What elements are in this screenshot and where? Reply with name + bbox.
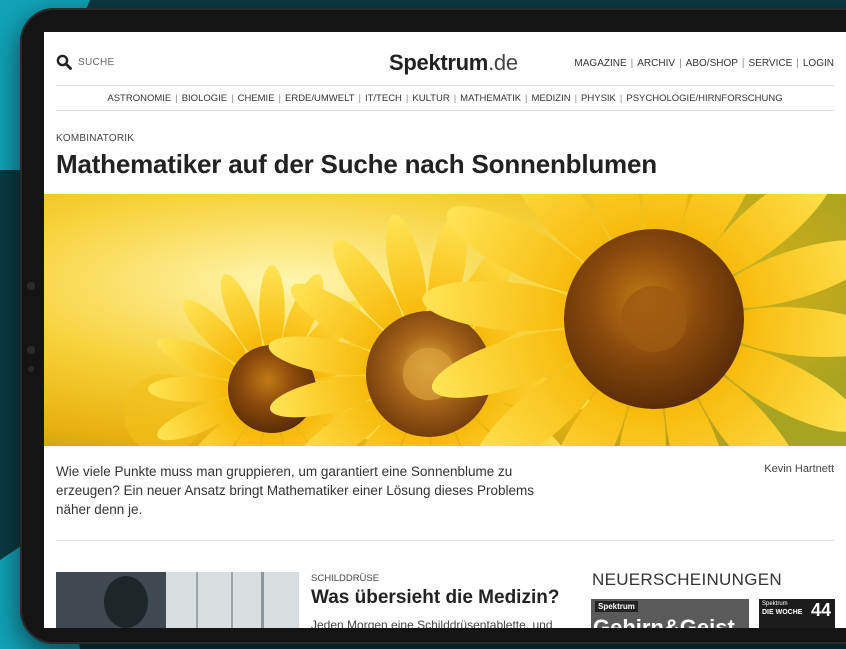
nav-separator: | <box>741 58 745 69</box>
category-separator: | <box>453 92 457 104</box>
card-image[interactable] <box>56 572 299 628</box>
magazine-subtitle: DIE WOCHE <box>762 609 803 616</box>
tablet-button <box>28 366 34 372</box>
magazine-title: Gehirn&Geist <box>593 615 735 628</box>
category-separator: | <box>574 92 578 104</box>
tablet-button <box>27 346 35 354</box>
category-separator: | <box>358 92 361 104</box>
category-separator: | <box>619 92 623 104</box>
category-link[interactable]: PHYSIK <box>581 93 616 104</box>
hero-image[interactable] <box>44 194 846 446</box>
article-title[interactable]: Mathematiker auf der Suche nach Sonnenbl… <box>56 149 657 180</box>
article-teaser: Wie viele Punkte muss man gruppieren, um… <box>56 464 535 517</box>
search-label: SUCHE <box>78 56 115 68</box>
person-photo <box>56 572 299 628</box>
magazine-cover-die-woche[interactable]: Spektrum DIE WOCHE 44 <box>759 599 835 628</box>
category-link[interactable]: IT/TECH <box>365 93 402 104</box>
category-link[interactable]: ASTRONOMIE <box>107 93 171 104</box>
category-separator: | <box>525 92 528 104</box>
tablet-button <box>27 282 35 290</box>
search-icon <box>56 54 72 70</box>
category-link[interactable]: PSYCHOLOGIE/HIRNFORSCHUNG <box>626 93 782 104</box>
category-separator: | <box>175 92 178 104</box>
magazine-brand: Spektrum <box>762 601 788 607</box>
category-navigation: ASTRONOMIE | BIOLOGIE | CHEMIE | ERDE/UMWEL… <box>56 85 834 111</box>
article-kicker: KOMBINATORIK <box>56 133 135 144</box>
article-author[interactable]: Kevin Hartnett <box>764 463 834 475</box>
card-kicker: SCHILDDRÜSE <box>311 573 380 584</box>
nav-archiv[interactable]: ARCHIV <box>637 58 675 69</box>
new-releases-heading: NEUERSCHEINUNGEN <box>592 570 782 589</box>
nav-separator: | <box>630 58 634 69</box>
site-header: SUCHE Spektrum.de MAGAZINE | ARCHIV | ABO/… <box>44 32 846 84</box>
nav-abo-shop[interactable]: ABO/SHOP <box>686 58 738 69</box>
category-link[interactable]: MATHEMATIK <box>460 93 521 104</box>
sunflower-image <box>44 194 846 446</box>
category-separator: | <box>231 92 234 104</box>
magazine-issue-number: 44 <box>810 600 831 620</box>
search-button[interactable]: SUCHE <box>56 54 115 70</box>
browser-screen: SUCHE Spektrum.de MAGAZINE | ARCHIV | ABO/… <box>44 32 846 628</box>
category-link[interactable]: CHEMIE <box>238 93 275 104</box>
category-link[interactable]: MEDIZIN <box>532 93 571 104</box>
top-navigation: MAGAZINE | ARCHIV | ABO/SHOP | SERVICE | LOG… <box>574 58 834 69</box>
category-link[interactable]: BIOLOGIE <box>182 93 227 104</box>
nav-separator: | <box>679 58 682 69</box>
category-separator: | <box>278 92 281 104</box>
category-separator: | <box>405 92 409 104</box>
magazine-brand: Spektrum <box>595 601 638 612</box>
nav-separator: | <box>796 58 799 69</box>
nav-service[interactable]: SERVICE <box>749 58 793 69</box>
category-link[interactable]: ERDE/UMWELT <box>285 93 355 104</box>
section-divider <box>56 540 834 541</box>
nav-login[interactable]: LOGIN <box>803 58 834 69</box>
nav-magazine[interactable]: MAGAZINE <box>574 58 626 69</box>
card-teaser: Jeden Morgen eine Schilddrüsentablette, … <box>311 618 553 628</box>
card-title[interactable]: Was übersieht die Medizin? <box>311 587 559 609</box>
magazine-cover-gehirn-geist[interactable]: Spektrum Gehirn&Geist <box>591 599 749 628</box>
logo-brand: Spektrum <box>389 50 489 75</box>
site-logo[interactable]: Spektrum.de <box>389 50 518 76</box>
category-link[interactable]: KULTUR <box>412 93 449 104</box>
logo-suffix: .de <box>488 50 518 75</box>
